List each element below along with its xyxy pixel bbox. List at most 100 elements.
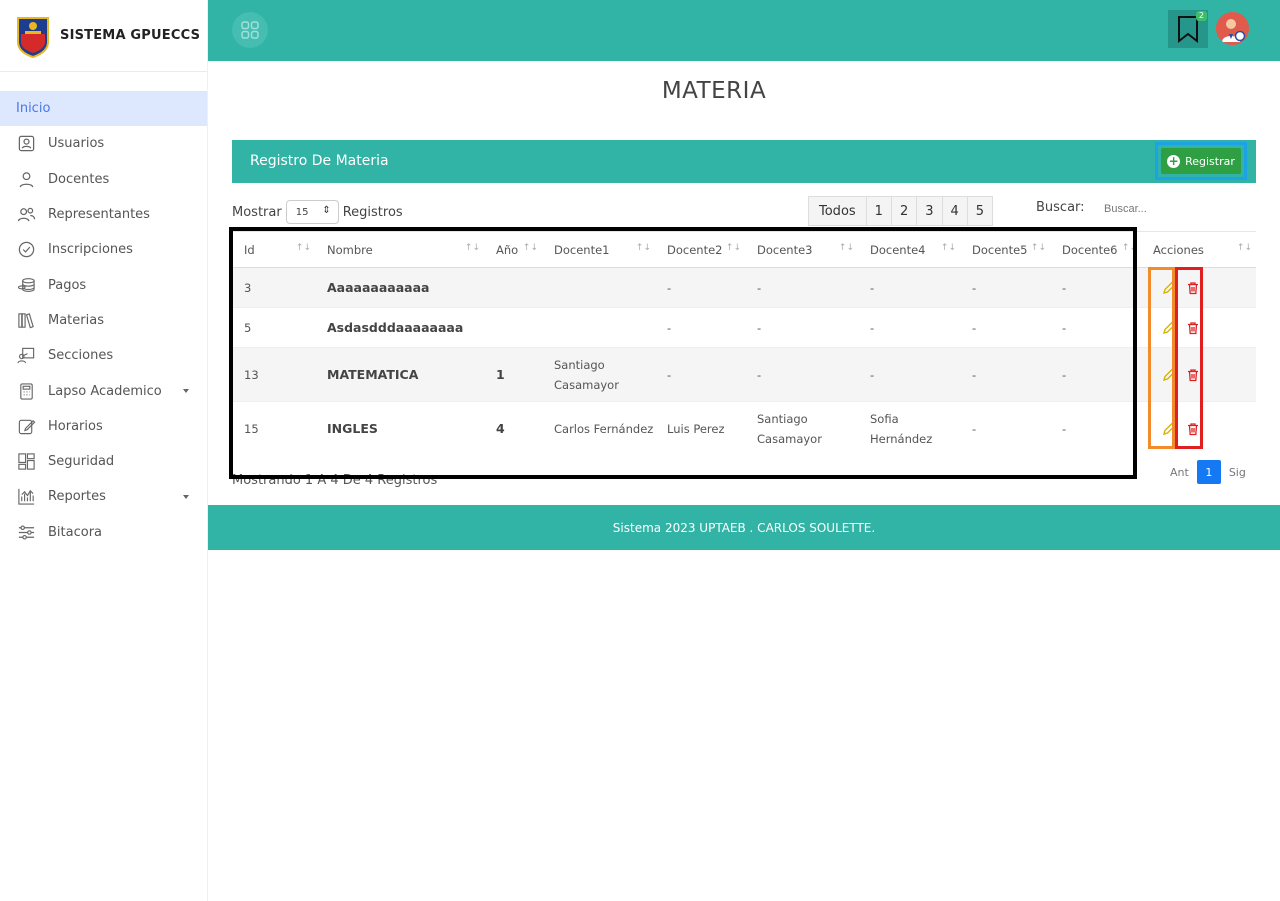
classroom-icon	[16, 346, 36, 366]
cell-docente6: -	[1050, 307, 1141, 348]
cell-docente2: -	[655, 267, 745, 308]
sidebar-item-reportes[interactable]: Reportes	[0, 479, 207, 514]
chevron-down-icon	[183, 389, 189, 394]
check-circle-icon	[16, 240, 36, 260]
cell-docente1: Carlos Fernández	[542, 401, 655, 456]
records-info: Mostrando 1 A 4 De 4 Registros	[232, 473, 438, 488]
sort-icon: ↑↓	[635, 243, 651, 253]
filter-3-button[interactable]: 3	[917, 197, 943, 225]
col-docente3[interactable]: Docente3 ↑↓	[745, 231, 858, 268]
sidebar-item-representantes[interactable]: Representantes	[0, 197, 207, 232]
cell-docente4: -	[858, 307, 960, 348]
cell-docente5: -	[960, 307, 1050, 348]
col-docente2[interactable]: Docente2 ↑↓	[655, 231, 745, 268]
filter-2-button[interactable]: 2	[892, 197, 918, 225]
page-size-select[interactable]: 15	[285, 200, 339, 224]
next-page-link[interactable]: Sig	[1229, 466, 1246, 479]
table-row: 13 MATEMATICA 1 Santiago Casamayor - - -…	[232, 347, 1256, 402]
col-docente6[interactable]: Docente6 ↑↓	[1050, 231, 1141, 268]
sidebar-item-label: Inicio	[16, 101, 51, 117]
page-title: MATERIA	[661, 78, 767, 104]
delete-trash-icon[interactable]	[1186, 368, 1200, 382]
cell-docente2: -	[655, 307, 745, 348]
edit-pencil-icon[interactable]	[1162, 321, 1176, 335]
cell-docente6: -	[1050, 401, 1141, 456]
table-row: 15 INGLES 4 Carlos Fernández Luis Perez …	[232, 401, 1256, 456]
cell-actions	[1141, 307, 1256, 348]
cell-id: 13	[232, 347, 315, 402]
delete-trash-icon[interactable]	[1186, 281, 1200, 295]
cell-anio	[484, 307, 542, 348]
filter-4-button[interactable]: 4	[943, 197, 968, 225]
cell-docente4: Sofia Hernández	[858, 401, 960, 456]
col-id[interactable]: Id ↑↓	[232, 231, 315, 268]
card-title: Registro De Materia	[250, 153, 389, 169]
coins-icon	[16, 275, 36, 295]
register-button[interactable]: + Registrar	[1161, 148, 1241, 174]
apps-grid-button[interactable]	[232, 12, 268, 48]
sidebar-item-inicio[interactable]: Inicio	[0, 91, 207, 127]
cell-docente1	[542, 307, 655, 348]
calculator-icon	[16, 381, 36, 401]
sidebar-item-docentes[interactable]: Docentes	[0, 162, 207, 197]
brand-title: SISTEMA GPUECCS	[60, 28, 201, 43]
user-card-icon	[16, 134, 36, 154]
cell-docente3: Santiago Casamayor	[745, 401, 858, 456]
sidebar-item-horarios[interactable]: Horarios	[0, 409, 207, 444]
topbar: 2	[208, 0, 1280, 61]
sidebar-item-usuarios[interactable]: Usuarios	[0, 126, 207, 161]
sort-icon: ↑↓	[838, 243, 854, 253]
edit-pencil-icon[interactable]	[1162, 422, 1176, 436]
col-nombre[interactable]: Nombre ↑↓	[315, 231, 484, 268]
sort-icon: ↑↓	[522, 243, 538, 253]
show-label: Mostrar	[232, 204, 282, 220]
sidebar-item-materias[interactable]: Materias	[0, 303, 207, 338]
column-label: Docente3	[757, 242, 813, 257]
sidebar-item-label: Inscripciones	[48, 242, 133, 258]
cell-anio: 4	[484, 401, 542, 456]
cell-docente6: -	[1050, 347, 1141, 402]
cell-docente1	[542, 267, 655, 308]
sort-icon: ↑↓	[1236, 243, 1252, 253]
col-anio[interactable]: Año ↑↓	[484, 231, 542, 268]
delete-trash-icon[interactable]	[1186, 321, 1200, 335]
filter-5-button[interactable]: 5	[968, 197, 992, 225]
column-label: Nombre	[327, 242, 373, 257]
filter-all-button[interactable]: Todos	[809, 197, 867, 225]
sidebar-item-label: Pagos	[48, 277, 87, 293]
sidebar-item-secciones[interactable]: Secciones	[0, 338, 207, 373]
sidebar-item-bitacora[interactable]: Bitacora	[0, 515, 207, 550]
sidebar-item-pagos[interactable]: Pagos	[0, 267, 207, 302]
sidebar-item-label: Usuarios	[48, 136, 105, 152]
current-page-button[interactable]: 1	[1196, 460, 1221, 484]
col-acciones[interactable]: Acciones ↑↓	[1141, 231, 1256, 268]
sidebar-item-seguridad[interactable]: Seguridad	[0, 444, 207, 479]
materias-table: Id ↑↓ Nombre ↑↓ Año ↑↓ Docente1 ↑↓ Docente2 ↑…	[232, 231, 1256, 456]
search-input[interactable]	[1096, 196, 1246, 222]
sidebar-item-label: Reportes	[48, 489, 106, 505]
books-icon	[16, 310, 36, 330]
sidebar-item-lapso-academico[interactable]: Lapso Academico	[0, 373, 207, 408]
footer: Sistema 2023 UPTAEB . CARLOS SOULETTE.	[208, 505, 1280, 550]
dashboard-icon	[16, 452, 36, 472]
sidebar-item-inscripciones[interactable]: Inscripciones	[0, 232, 207, 267]
sort-icon: ↑↓	[725, 243, 741, 253]
plus-circle-icon: +	[1167, 153, 1181, 168]
edit-pencil-icon[interactable]	[1162, 368, 1176, 382]
notifications-button[interactable]: 2	[1168, 10, 1208, 48]
col-docente4[interactable]: Docente4 ↑↓	[858, 231, 960, 268]
col-docente1[interactable]: Docente1 ↑↓	[542, 231, 655, 268]
filter-1-button[interactable]: 1	[867, 197, 892, 225]
sort-icon: ↑↓	[295, 243, 311, 253]
group-icon	[16, 205, 36, 225]
sidebar-item-label: Horarios	[48, 418, 103, 434]
prev-page-link[interactable]: Ant	[1170, 466, 1189, 479]
user-avatar[interactable]	[1216, 12, 1249, 45]
table-row: 5 Asdasdddaaaaaaaa - - - - -	[232, 307, 1256, 348]
delete-trash-icon[interactable]	[1186, 422, 1200, 436]
edit-pencil-icon[interactable]	[1162, 281, 1176, 295]
sidebar-item-label: Bitacora	[48, 524, 103, 540]
col-docente5[interactable]: Docente5 ↑↓	[960, 231, 1050, 268]
column-label: Id	[244, 242, 255, 257]
cell-docente2: Luis Perez	[655, 401, 745, 456]
